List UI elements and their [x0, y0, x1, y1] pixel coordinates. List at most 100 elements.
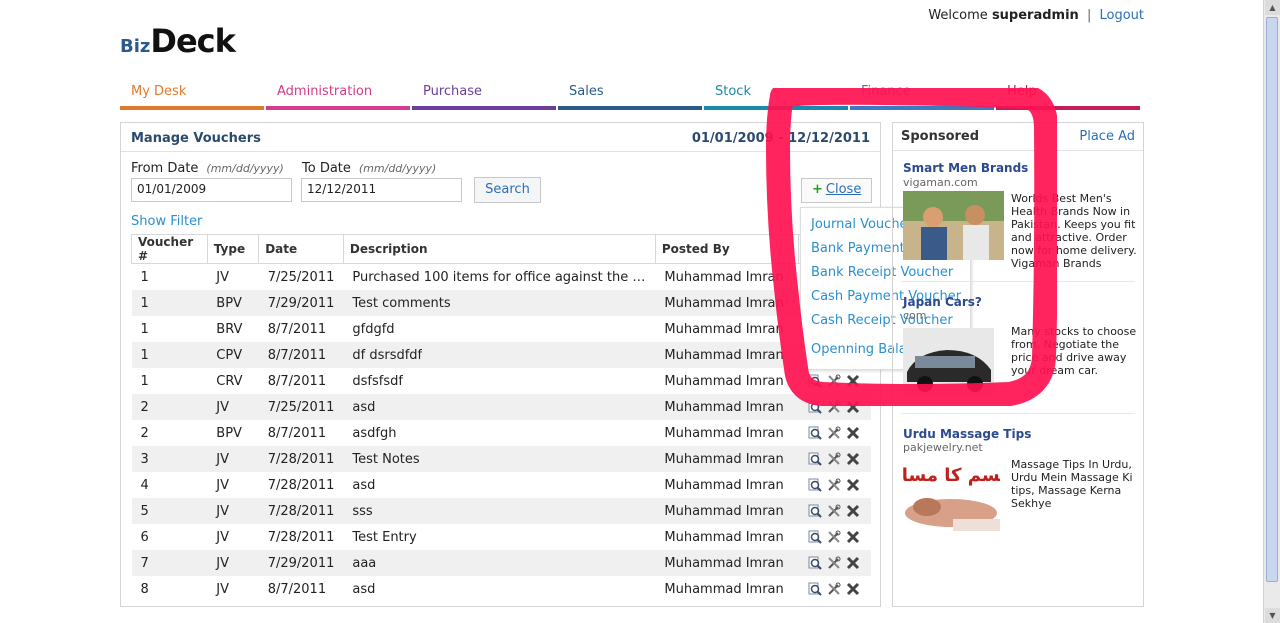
view-icon[interactable] [808, 374, 823, 388]
col-voucher[interactable]: Voucher # [131, 234, 208, 264]
row-actions [798, 576, 870, 602]
col-description[interactable]: Description [342, 234, 656, 264]
table-row[interactable]: 1 BPV 7/29/2011 Test comments Muhammad Imran [131, 290, 871, 316]
cell-voucher: 6 [140, 529, 149, 545]
delete-icon[interactable] [846, 452, 860, 466]
cell-description: asdfgh [343, 420, 655, 446]
to-date-hint: (mm/dd/yyyy) [358, 162, 437, 175]
sponsored-panel: Sponsored Place Ad Smart Men Brands viga… [892, 122, 1144, 607]
logout-link[interactable]: Logout [1099, 8, 1144, 23]
ad-image-men[interactable] [903, 191, 1004, 260]
from-date-label: From Date (mm/dd/yyyy) [131, 161, 284, 176]
scroll-thumb[interactable] [1266, 17, 1278, 582]
ad-image-car[interactable] [903, 328, 994, 396]
table-row[interactable]: 4 JV 7/28/2011 asd Muhammad Imran [132, 472, 871, 498]
cell-type: JV [207, 394, 259, 420]
close-button[interactable]: + Close [801, 178, 872, 203]
nav-tab-label: Help [1007, 84, 1037, 99]
edit-tools-icon[interactable] [827, 504, 841, 518]
nav-tab-my-desk[interactable]: My Desk [120, 82, 266, 110]
table-row[interactable]: 3 JV 7/28/2011 Test Notes Muhammad Imran [131, 446, 871, 472]
from-date-input[interactable]: 01/01/2009 [131, 178, 292, 202]
row-actions [798, 524, 870, 550]
nav-tab-finance[interactable]: Finance [850, 82, 996, 110]
col-date[interactable]: Date [258, 234, 344, 264]
from-date-hint: (mm/dd/yyyy) [206, 162, 284, 175]
to-date-input[interactable]: 12/12/2011 [301, 178, 462, 202]
divider [893, 150, 1143, 151]
table-row[interactable]: 8 JV 8/7/2011 asd Muhammad Imran [132, 576, 871, 602]
cell-date: 7/28/2011 [267, 529, 335, 545]
scroll-down-arrow-icon[interactable]: ▼ [1265, 608, 1280, 623]
delete-icon[interactable] [846, 426, 860, 440]
search-button[interactable]: Search [474, 177, 541, 203]
cell-posted-by: Muhammad Imran [664, 269, 784, 285]
cell-type: BPV [216, 425, 242, 441]
nav-tab-underline [704, 106, 848, 110]
date-range-display: 01/01/2009 - 12/12/2011 [691, 131, 870, 146]
table-row[interactable]: 6 JV 7/28/2011 Test Entry Muhammad Imran [132, 524, 871, 550]
col-posted-by[interactable]: Posted By [654, 234, 799, 264]
nav-tab-help[interactable]: Help [996, 82, 1142, 110]
edit-tools-icon[interactable] [827, 426, 841, 440]
show-filter-link[interactable]: Show Filter [131, 214, 202, 229]
delete-icon[interactable] [846, 556, 860, 570]
description-text: gfdgfd [352, 321, 395, 337]
edit-tools-icon[interactable] [827, 452, 841, 466]
delete-icon[interactable] [846, 530, 860, 544]
view-icon[interactable] [808, 504, 823, 518]
ad-url: pakjewelry.net [903, 441, 983, 454]
col-type[interactable]: Type [206, 234, 260, 264]
edit-tools-icon[interactable] [827, 556, 841, 570]
table-row[interactable]: 1 CRV 8/7/2011 dsfsfsdf Muhammad Imran [132, 368, 871, 394]
table-row[interactable]: 5 JV 7/28/2011 sss Muhammad Imran [131, 498, 871, 524]
cell-type: JV [216, 581, 230, 597]
edit-tools-icon[interactable] [827, 478, 841, 492]
nav-tab-label: Administration [277, 84, 373, 99]
table-row[interactable]: 2 JV 7/25/2011 asd Muhammad Imran [131, 394, 871, 420]
place-ad-link[interactable]: Place Ad [1079, 129, 1135, 144]
edit-tools-icon[interactable] [827, 530, 841, 544]
nav-tab-underline [266, 106, 410, 110]
nav-tab-sales[interactable]: Sales [558, 82, 704, 110]
cell-date: 8/7/2011 [258, 342, 344, 368]
cell-type: JV [207, 550, 259, 576]
edit-tools-icon[interactable] [827, 374, 841, 388]
ad-title[interactable]: Japan Cars? [903, 295, 982, 309]
view-icon[interactable] [808, 478, 823, 492]
table-row[interactable]: 2 BPV 8/7/2011 asdfgh Muhammad Imran [132, 420, 871, 446]
ad-title[interactable]: Urdu Massage Tips [903, 427, 1031, 441]
nav-tab-label: Stock [715, 84, 751, 99]
nav-tab-label: My Desk [131, 84, 187, 99]
table-row[interactable]: 1 BRV 8/7/2011 gfdgfd Muhammad Imran [132, 316, 871, 342]
description-text: asdfgh [352, 425, 397, 441]
nav-tab-stock[interactable]: Stock [704, 82, 850, 110]
view-icon[interactable] [808, 582, 823, 596]
row-actions [798, 368, 870, 394]
logo[interactable]: BizDeck [120, 22, 236, 60]
table-row[interactable]: 1 CPV 8/7/2011 df dsrsdfdf Muhammad Imran [131, 342, 871, 368]
view-icon[interactable] [808, 400, 823, 414]
delete-icon[interactable] [846, 374, 860, 388]
view-icon[interactable] [808, 452, 823, 466]
ad-image-massage[interactable]: جسم کا مساج [903, 457, 1000, 531]
table-row[interactable]: 7 JV 7/29/2011 aaa Muhammad Imran [131, 550, 871, 576]
nav-tab-underline [120, 106, 264, 110]
cell-type: CRV [216, 373, 243, 389]
vertical-scrollbar[interactable]: ▲ ▼ [1263, 0, 1280, 623]
view-icon[interactable] [808, 556, 823, 570]
nav-tab-purchase[interactable]: Purchase [412, 82, 558, 110]
delete-icon[interactable] [846, 400, 860, 414]
divider [121, 151, 880, 152]
edit-tools-icon[interactable] [827, 582, 841, 596]
delete-icon[interactable] [846, 504, 860, 518]
view-icon[interactable] [808, 530, 823, 544]
scroll-up-arrow-icon[interactable]: ▲ [1265, 0, 1280, 15]
edit-tools-icon[interactable] [827, 400, 841, 414]
delete-icon[interactable] [846, 478, 860, 492]
nav-tab-administration[interactable]: Administration [266, 82, 412, 110]
table-row[interactable]: 1 JV 7/25/2011 Purchased 100 items for offi… [132, 264, 871, 291]
delete-icon[interactable] [846, 582, 860, 596]
ad-title[interactable]: Smart Men Brands [903, 161, 1028, 175]
view-icon[interactable] [808, 426, 823, 440]
